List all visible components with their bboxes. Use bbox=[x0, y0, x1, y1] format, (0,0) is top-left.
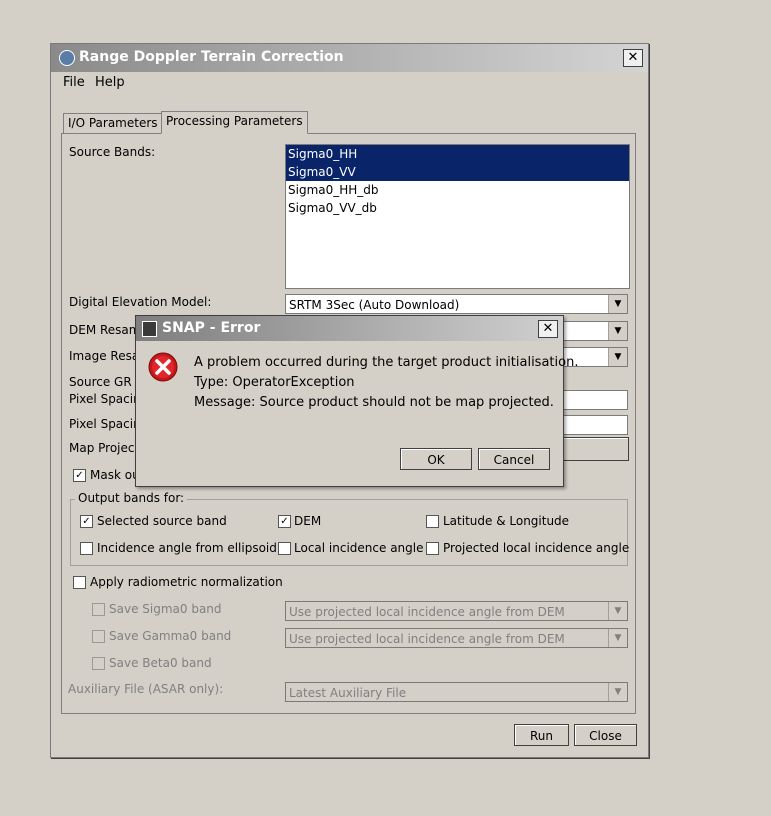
map-projection-label: Map Projec bbox=[69, 441, 135, 455]
selected-source-band-label: Selected source band bbox=[97, 514, 227, 528]
output-bands-group bbox=[70, 499, 628, 566]
save-sigma0-checkbox[interactable] bbox=[92, 603, 105, 616]
aux-file-select[interactable]: Latest Auxiliary File ▼ bbox=[285, 682, 628, 702]
lat-lon-checkbox[interactable] bbox=[426, 515, 439, 528]
dem-checkbox[interactable]: ✓ bbox=[278, 515, 291, 528]
source-gr-label: Source GR bbox=[69, 375, 132, 389]
title-bar: Range Doppler Terrain Correction ✕ bbox=[51, 44, 648, 72]
error-message-line2: Type: OperatorException bbox=[194, 375, 355, 390]
tab-processing-parameters[interactable]: Processing Parameters bbox=[161, 111, 308, 134]
save-beta0-checkbox[interactable] bbox=[92, 657, 105, 670]
local-incidence-checkbox[interactable] bbox=[278, 542, 291, 555]
save-gamma0-label: Save Gamma0 band bbox=[109, 629, 232, 643]
save-sigma0-label: Save Sigma0 band bbox=[109, 602, 222, 616]
menu-help[interactable]: Help bbox=[95, 75, 125, 90]
apply-radiometric-label: Apply radiometric normalization bbox=[90, 575, 283, 589]
chevron-down-icon: ▼ bbox=[608, 602, 627, 620]
close-window-button[interactable]: ✕ bbox=[623, 49, 643, 67]
incidence-ellipsoid-label: Incidence angle from ellipsoid bbox=[97, 541, 277, 555]
error-icon bbox=[148, 352, 178, 385]
window-title: Range Doppler Terrain Correction bbox=[79, 49, 344, 65]
chevron-down-icon: ▼ bbox=[608, 348, 627, 366]
dem-select[interactable]: SRTM 3Sec (Auto Download) ▼ bbox=[285, 294, 628, 314]
projected-local-incidence-label: Projected local incidence angle bbox=[443, 541, 630, 555]
incidence-ellipsoid-checkbox[interactable] bbox=[80, 542, 93, 555]
snap-icon bbox=[142, 321, 157, 337]
selected-source-band-checkbox[interactable]: ✓ bbox=[80, 515, 93, 528]
mask-label: Mask ou bbox=[90, 468, 140, 482]
menu-file[interactable]: File bbox=[63, 75, 85, 90]
dem-select-value: SRTM 3Sec (Auto Download) bbox=[289, 298, 460, 312]
save-sigma0-select[interactable]: Use projected local incidence angle from… bbox=[285, 601, 628, 621]
list-item[interactable]: Sigma0_VV_db bbox=[286, 199, 629, 217]
cancel-button[interactable]: Cancel bbox=[478, 448, 550, 470]
aux-file-label: Auxiliary File (ASAR only): bbox=[68, 682, 224, 696]
tab-io-parameters[interactable]: I/O Parameters bbox=[63, 113, 163, 133]
chevron-down-icon: ▼ bbox=[608, 322, 627, 340]
close-button[interactable]: Close bbox=[574, 724, 637, 746]
image-resampling-label: Image Resa bbox=[69, 349, 140, 363]
save-gamma0-select[interactable]: Use projected local incidence angle from… bbox=[285, 628, 628, 648]
chevron-down-icon: ▼ bbox=[608, 629, 627, 647]
projected-local-incidence-checkbox[interactable] bbox=[426, 542, 439, 555]
local-incidence-label: Local incidence angle bbox=[294, 541, 424, 555]
save-gamma0-value: Use projected local incidence angle from… bbox=[289, 632, 565, 646]
save-beta0-label: Save Beta0 band bbox=[109, 656, 212, 670]
source-bands-label: Source Bands: bbox=[69, 145, 156, 159]
run-button[interactable]: Run bbox=[514, 724, 569, 746]
dem-output-label: DEM bbox=[294, 514, 322, 528]
list-item[interactable]: Sigma0_HH_db bbox=[286, 181, 629, 199]
list-item[interactable]: Sigma0_VV bbox=[286, 163, 629, 181]
error-dialog-title-bar: SNAP - Error ✕ bbox=[136, 316, 563, 341]
chevron-down-icon: ▼ bbox=[608, 295, 627, 313]
source-bands-list[interactable]: Sigma0_HH Sigma0_VV Sigma0_HH_db Sigma0_… bbox=[285, 144, 630, 289]
close-icon: ✕ bbox=[542, 321, 554, 336]
list-item[interactable]: Sigma0_HH bbox=[286, 145, 629, 163]
error-message-line1: A problem occurred during the target pro… bbox=[194, 355, 579, 370]
dem-resampling-label: DEM Resam bbox=[69, 323, 141, 337]
mask-checkbox[interactable]: ✓ bbox=[73, 469, 86, 482]
close-icon: ✕ bbox=[627, 50, 639, 65]
error-dialog-title: SNAP - Error bbox=[162, 320, 261, 336]
output-bands-label: Output bands for: bbox=[75, 491, 188, 505]
lat-lon-label: Latitude & Longitude bbox=[443, 514, 570, 528]
error-dialog: SNAP - Error ✕ A problem occurred during… bbox=[135, 315, 578, 487]
save-sigma0-value: Use projected local incidence angle from… bbox=[289, 605, 565, 619]
save-gamma0-checkbox[interactable] bbox=[92, 630, 105, 643]
close-dialog-button[interactable]: ✕ bbox=[538, 320, 558, 338]
apply-radiometric-checkbox[interactable] bbox=[73, 576, 86, 589]
error-message-line3: Message: Source product should not be ma… bbox=[194, 395, 554, 410]
pixel-spacing-m-label: Pixel Spacin bbox=[69, 392, 141, 406]
app-icon bbox=[59, 50, 75, 66]
ok-button[interactable]: OK bbox=[400, 448, 472, 470]
dem-label: Digital Elevation Model: bbox=[69, 295, 212, 309]
chevron-down-icon: ▼ bbox=[608, 683, 627, 701]
pixel-spacing-deg-label: Pixel Spacin bbox=[69, 417, 141, 431]
aux-file-value: Latest Auxiliary File bbox=[289, 686, 407, 700]
